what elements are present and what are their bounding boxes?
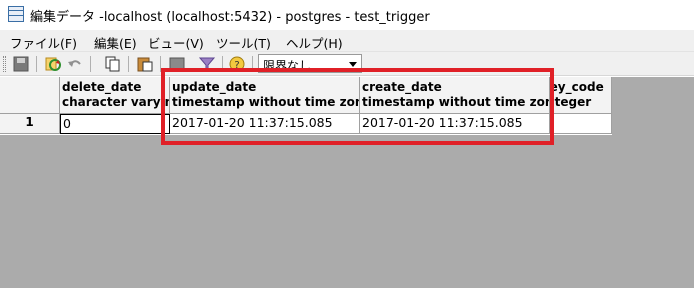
column-header[interactable]: update_date timestamp without time zone: [170, 77, 360, 114]
column-name: create_date: [362, 80, 442, 94]
column-header[interactable]: key_code integer: [550, 77, 612, 114]
column-type: character varying: [62, 95, 170, 109]
chevron-down-icon[interactable]: [349, 62, 357, 67]
column-type: integer: [550, 95, 592, 109]
column-type: timestamp without time zone: [362, 95, 550, 109]
toolbar: ? 限界なし: [0, 52, 694, 76]
menu-help[interactable]: ヘルプ(H): [286, 33, 343, 52]
column-name: update_date: [172, 80, 257, 94]
svg-text:?: ?: [234, 60, 239, 71]
row-number[interactable]: 1: [0, 114, 60, 134]
table-cell[interactable]: 2017-01-20 11:37:15.085: [360, 114, 550, 134]
menu-file[interactable]: ファイル(F): [10, 33, 77, 52]
toolbar-separator: [90, 56, 91, 72]
toolbar-separator: [36, 56, 37, 72]
save-icon[interactable]: [12, 55, 30, 73]
menu-tools[interactable]: ツール(T): [216, 33, 271, 52]
menu-edit[interactable]: 編集(E): [94, 33, 137, 52]
toolbar-separator: [160, 56, 161, 72]
title-bar: 編集データ -localhost (localhost:5432) - post…: [0, 0, 694, 30]
help-icon[interactable]: ?: [228, 55, 246, 73]
column-header[interactable]: delete_date character varying: [60, 77, 170, 114]
refresh-icon[interactable]: [44, 55, 62, 73]
grid-corner[interactable]: [0, 77, 60, 114]
grid-table: delete_date character varying update_dat…: [0, 77, 612, 135]
filter-icon[interactable]: [198, 55, 216, 73]
window-icon: [8, 6, 24, 22]
copy-icon[interactable]: [104, 55, 122, 73]
data-grid: delete_date character varying update_dat…: [0, 77, 694, 288]
column-name: delete_date: [62, 80, 142, 94]
menu-bar: ファイル(F) 編集(E) ビュー(V) ツール(T) ヘルプ(H): [0, 30, 694, 52]
column-header[interactable]: create_date timestamp without time zone: [360, 77, 550, 114]
paste-icon[interactable]: [136, 55, 154, 73]
window-title: 編集データ -localhost (localhost:5432) - post…: [30, 10, 430, 25]
table-cell[interactable]: 0: [60, 114, 170, 134]
toolbar-separator: [252, 56, 253, 72]
toolbar-separator: [222, 56, 223, 72]
row-limit-value: 限界なし: [263, 59, 312, 73]
table-cell[interactable]: 2017-01-20 11:37:15.085: [170, 114, 360, 134]
undo-icon[interactable]: [66, 55, 84, 73]
toolbar-grip[interactable]: [3, 56, 6, 72]
column-name: key_code: [550, 80, 604, 94]
column-type: timestamp without time zone: [172, 95, 360, 109]
row-limit-select[interactable]: 限界なし: [258, 54, 362, 73]
toolbar-separator: [128, 56, 129, 72]
menu-view[interactable]: ビュー(V): [148, 33, 204, 52]
table-cell[interactable]: [550, 114, 612, 134]
delete-row-icon[interactable]: [168, 55, 186, 73]
